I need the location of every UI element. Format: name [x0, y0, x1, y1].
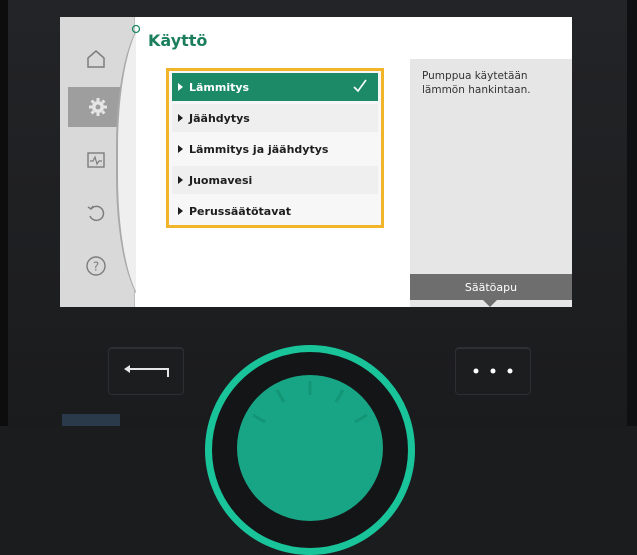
device-edge-left: [0, 0, 8, 426]
gear-icon: [89, 98, 107, 116]
title-gear-icon: [131, 24, 141, 34]
setting-assistant-button[interactable]: Säätöapu: [410, 274, 572, 300]
back-arrow-icon: [124, 365, 169, 377]
chevron-right-icon: [178, 145, 183, 153]
menu-item-drinking-water[interactable]: Juomavesi: [172, 166, 378, 194]
menu-item-heating[interactable]: Lämmitys: [172, 73, 378, 101]
help-text: Pumppua käytetään lämmön hankintaan.: [422, 70, 531, 96]
menu-item-label: Juomavesi: [189, 173, 253, 187]
help-button-pointer: [483, 300, 497, 307]
display-screen: ? Käyttö Lämmitys Jäähdytys Lämmitys ja …: [60, 17, 572, 307]
device-edge-right: [627, 0, 637, 426]
svg-text:?: ?: [93, 260, 99, 274]
menu-item-heating-and-cooling[interactable]: Lämmitys ja jäähdytys: [172, 135, 378, 163]
context-button[interactable]: [455, 347, 531, 395]
main-content: Käyttö Lämmitys Jäähdytys Lämmitys ja jä…: [131, 17, 572, 307]
chevron-right-icon: [178, 207, 183, 215]
menu-item-label: Lämmitys: [189, 80, 250, 94]
sidebar-item-restore[interactable]: [70, 193, 122, 233]
chevron-right-icon: [178, 114, 183, 122]
chevron-right-icon: [178, 176, 183, 184]
page-title: Käyttö: [148, 31, 208, 50]
sidebar-item-help[interactable]: ?: [70, 246, 122, 286]
help-icon: ?: [86, 256, 106, 276]
chevron-right-icon: [178, 83, 183, 91]
home-icon: [87, 50, 105, 68]
sidebar-item-diagnostics[interactable]: [70, 140, 122, 180]
menu-item-label: Lämmitys ja jäähdytys: [189, 142, 329, 156]
mode-menu: Lämmitys Jäähdytys Lämmitys ja jäähdytys…: [166, 68, 384, 228]
more-dots-icon: [473, 368, 513, 374]
menu-item-cooling[interactable]: Jäähdytys: [172, 104, 378, 132]
bottom-label-strip: [62, 414, 120, 426]
checkmark-icon: [353, 79, 367, 93]
help-panel: Pumppua käytetään lämmön hankintaan. Sää…: [410, 59, 572, 307]
menu-item-label: Jäähdytys: [189, 111, 250, 125]
menu-item-basic-control-modes[interactable]: Perussäätötavat: [172, 197, 378, 225]
menu-item-label: Perussäätötavat: [189, 204, 292, 218]
knob-grip-icon: [252, 381, 368, 424]
back-button[interactable]: [108, 347, 184, 395]
control-knob[interactable]: [237, 375, 383, 521]
sidebar-item-home[interactable]: [70, 39, 122, 79]
restore-icon: [87, 205, 105, 222]
diagnostics-icon: [87, 152, 105, 168]
